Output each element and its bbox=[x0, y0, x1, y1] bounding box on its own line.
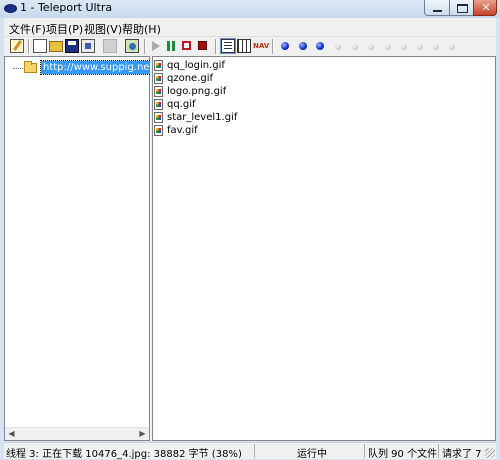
maximize-button[interactable] bbox=[449, 0, 474, 16]
gif-file-icon bbox=[154, 112, 163, 123]
scroll-right-icon[interactable]: ▶ bbox=[136, 428, 149, 440]
file-name: qzone.gif bbox=[167, 73, 214, 84]
thread-idle-icon bbox=[368, 44, 374, 50]
project-tree-pane[interactable]: http://www.suppig.net/forum ◀ ▶ bbox=[4, 56, 154, 441]
window-title: 1 - Teleport Ultra bbox=[20, 1, 113, 14]
app-icon bbox=[4, 4, 17, 13]
thread-idle-icon bbox=[352, 44, 358, 50]
file-name: star_level1.gif bbox=[167, 112, 238, 123]
gif-file-icon bbox=[154, 125, 163, 136]
horizontal-scrollbar[interactable]: ◀ ▶ bbox=[5, 427, 149, 440]
menu-view[interactable]: 视图(V) bbox=[84, 21, 122, 37]
file-name: logo.png.gif bbox=[167, 86, 227, 97]
stop-icon[interactable] bbox=[198, 41, 207, 50]
toolbar: NAV bbox=[4, 37, 496, 57]
close-button[interactable]: ✕ bbox=[473, 0, 497, 16]
file-list-pane[interactable]: qq_login.gif qzone.gif logo.png.gif qq.g… bbox=[152, 56, 496, 441]
folder-icon bbox=[24, 61, 37, 73]
thread-active-icon bbox=[281, 42, 289, 50]
new-file-icon[interactable] bbox=[33, 39, 47, 53]
gif-file-icon bbox=[154, 99, 163, 110]
close-icon: ✕ bbox=[481, 1, 491, 14]
toolbar-separator bbox=[272, 39, 274, 54]
thread-idle-icon bbox=[401, 44, 407, 50]
status-divider bbox=[254, 444, 255, 458]
open-folder-icon[interactable] bbox=[49, 41, 63, 52]
properties-icon[interactable] bbox=[81, 39, 95, 53]
status-divider bbox=[438, 444, 439, 458]
thread-idle-icon bbox=[335, 44, 341, 50]
file-name: qq_login.gif bbox=[167, 60, 225, 71]
resize-grip[interactable] bbox=[485, 448, 495, 458]
details-view-icon[interactable] bbox=[220, 38, 236, 54]
list-view-icon[interactable] bbox=[237, 39, 251, 53]
toolbar-separator bbox=[215, 39, 217, 54]
gif-file-icon bbox=[154, 86, 163, 97]
status-state: 运行中 bbox=[297, 449, 327, 460]
toolbar-separator bbox=[144, 39, 146, 54]
save-icon[interactable] bbox=[65, 39, 79, 53]
pause-icon[interactable] bbox=[167, 41, 175, 51]
menu-file[interactable]: 文件(F) bbox=[9, 21, 46, 37]
start-icon[interactable] bbox=[152, 41, 160, 51]
gif-file-icon bbox=[154, 60, 163, 71]
new-project-icon[interactable] bbox=[10, 39, 24, 53]
menu-bar: 文件(F) 项目(P) 视图(V) 帮助(H) bbox=[4, 18, 496, 37]
browse-icon[interactable] bbox=[125, 39, 139, 53]
file-name: fav.gif bbox=[167, 125, 198, 136]
tree-node-label[interactable]: http://www.suppig.net/forum bbox=[40, 60, 154, 75]
status-divider bbox=[364, 444, 365, 458]
stop-after-icon[interactable] bbox=[182, 41, 191, 50]
thread-active-icon bbox=[299, 42, 307, 50]
thread-idle-icon bbox=[385, 44, 391, 50]
status-queue: 队列 90 个文件 bbox=[368, 449, 438, 460]
status-requested: 请求了 7 bbox=[442, 449, 482, 460]
gif-file-icon bbox=[154, 73, 163, 84]
menu-help[interactable]: 帮助(H) bbox=[122, 21, 161, 37]
cut-icon[interactable] bbox=[103, 39, 117, 53]
thread-idle-icon bbox=[449, 44, 455, 50]
thread-idle-icon bbox=[433, 44, 439, 50]
navigate-icon[interactable]: NAV bbox=[253, 39, 269, 53]
scroll-left-icon[interactable]: ◀ bbox=[5, 428, 18, 440]
status-thread-progress: 线程 3: 正在下载 10476_4.jpg: 38882 字节 (38%) bbox=[6, 449, 242, 460]
status-bar: 线程 3: 正在下载 10476_4.jpg: 38882 字节 (38%) 运… bbox=[4, 442, 496, 460]
toolbar-separator bbox=[28, 39, 30, 54]
tree-connector bbox=[13, 68, 23, 69]
thread-idle-icon bbox=[417, 44, 423, 50]
thread-active-icon bbox=[316, 42, 324, 50]
title-bar: 1 - Teleport Ultra ✕ bbox=[0, 0, 500, 18]
file-name: qq.gif bbox=[167, 99, 196, 110]
minimize-button[interactable] bbox=[424, 0, 450, 16]
menu-project[interactable]: 项目(P) bbox=[46, 21, 83, 37]
